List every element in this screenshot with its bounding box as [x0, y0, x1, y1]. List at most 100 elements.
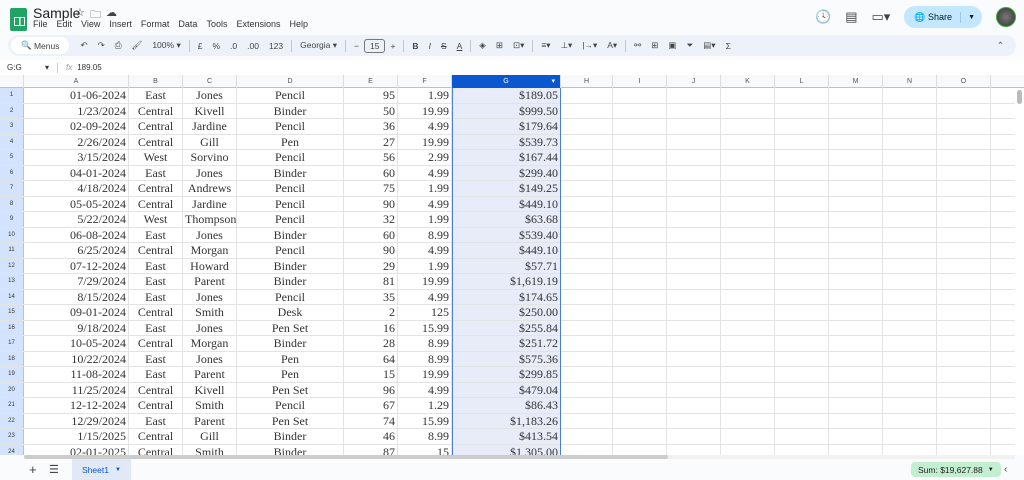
cell-n10[interactable] [883, 227, 937, 242]
cell-d18[interactable]: Pen [237, 351, 344, 366]
cell-j7[interactable] [667, 181, 721, 196]
cell-o18[interactable] [937, 351, 991, 366]
cell-o1[interactable] [937, 88, 991, 103]
cell-j12[interactable] [667, 258, 721, 273]
cell-e23[interactable]: 46 [344, 429, 398, 444]
cell-o2[interactable] [937, 103, 991, 118]
cell-c17[interactable]: Morgan [183, 336, 237, 351]
cell-g14[interactable]: $174.65 [452, 289, 561, 304]
text-wrapping-icon[interactable]: |→▾ [577, 40, 602, 51]
cell-m22[interactable] [829, 413, 883, 428]
cell-n20[interactable] [883, 382, 937, 397]
cell-l13[interactable] [775, 274, 829, 289]
cell-a22[interactable]: 12/29/2024 [24, 413, 129, 428]
link-icon[interactable]: ⚯ [629, 40, 646, 51]
cell-c22[interactable]: Parent [183, 413, 237, 428]
cell-b24[interactable]: Central [129, 444, 183, 455]
cell-i16[interactable] [613, 320, 667, 335]
undo-icon[interactable]: ↶ [75, 40, 92, 51]
cell-h7[interactable] [561, 181, 613, 196]
cell-g10[interactable]: $539.40 [452, 227, 561, 242]
column-header-m[interactable]: M [829, 75, 883, 88]
cell-o7[interactable] [937, 181, 991, 196]
cell-a20[interactable]: 11/25/2024 [24, 382, 129, 397]
cell-m16[interactable] [829, 320, 883, 335]
cell-m4[interactable] [829, 134, 883, 149]
cell-e16[interactable]: 16 [344, 320, 398, 335]
cell-d9[interactable]: Pencil [237, 212, 344, 227]
row-number[interactable]: 6 [0, 165, 24, 180]
row-number[interactable]: 5 [0, 150, 24, 165]
cell-e20[interactable]: 96 [344, 382, 398, 397]
cell-f2[interactable]: 19.99 [398, 103, 452, 118]
cell-c4[interactable]: Gill [183, 134, 237, 149]
cell-j1[interactable] [667, 88, 721, 103]
version-history-icon[interactable]: 🕓 [815, 9, 831, 25]
cell-a19[interactable]: 11-08-2024 [24, 367, 129, 382]
sheets-logo[interactable] [10, 8, 27, 31]
cell-l8[interactable] [775, 196, 829, 211]
cell-h10[interactable] [561, 227, 613, 242]
cell-l20[interactable] [775, 382, 829, 397]
cell-h20[interactable] [561, 382, 613, 397]
cell-f23[interactable]: 8.99 [398, 429, 452, 444]
cell-k23[interactable] [721, 429, 775, 444]
row-number[interactable]: 16 [0, 320, 24, 335]
cell-a16[interactable]: 9/18/2024 [24, 320, 129, 335]
column-header-h[interactable]: H [561, 75, 613, 88]
column-header-d[interactable]: D [237, 75, 344, 88]
formula-input[interactable]: 189.05 [77, 63, 101, 72]
cell-f3[interactable]: 4.99 [398, 119, 452, 134]
cell-c14[interactable]: Jones [183, 289, 237, 304]
row-number[interactable]: 8 [0, 196, 24, 211]
bold-button[interactable]: B [407, 41, 423, 51]
cell-h11[interactable] [561, 243, 613, 258]
cell-m7[interactable] [829, 181, 883, 196]
avatar[interactable] [996, 7, 1016, 27]
cell-j22[interactable] [667, 413, 721, 428]
cell-c10[interactable]: Jones [183, 227, 237, 242]
cell-a21[interactable]: 12-12-2024 [24, 398, 129, 413]
row-number[interactable]: 10 [0, 227, 24, 242]
cell-k20[interactable] [721, 382, 775, 397]
cell-j4[interactable] [667, 134, 721, 149]
cell-c8[interactable]: Jardine [183, 196, 237, 211]
cell-g18[interactable]: $575.36 [452, 351, 561, 366]
select-all-corner[interactable] [0, 75, 24, 88]
cell-b9[interactable]: West [129, 212, 183, 227]
cell-k5[interactable] [721, 150, 775, 165]
menu-help[interactable]: Help [289, 19, 308, 29]
cell-g19[interactable]: $299.85 [452, 367, 561, 382]
name-box[interactable]: G:G [0, 63, 45, 72]
paint-format-icon[interactable]: 🖌 [127, 40, 148, 51]
cell-g6[interactable]: $299.40 [452, 165, 561, 180]
cell-f16[interactable]: 15.99 [398, 320, 452, 335]
cell-l22[interactable] [775, 413, 829, 428]
cell-b11[interactable]: Central [129, 243, 183, 258]
cell-g21[interactable]: $86.43 [452, 398, 561, 413]
cell-k2[interactable] [721, 103, 775, 118]
cell-o5[interactable] [937, 150, 991, 165]
cell-l1[interactable] [775, 88, 829, 103]
cell-e5[interactable]: 56 [344, 150, 398, 165]
vertical-scrollbar[interactable] [1015, 88, 1024, 455]
cell-c9[interactable]: Thompson [183, 212, 237, 227]
cell-i12[interactable] [613, 258, 667, 273]
cell-e9[interactable]: 32 [344, 212, 398, 227]
increase-font-size-button[interactable]: + [385, 41, 400, 51]
cell-m6[interactable] [829, 165, 883, 180]
cell-m14[interactable] [829, 289, 883, 304]
sheet-tab-dropdown-icon[interactable]: ▼ [115, 467, 121, 473]
cell-f10[interactable]: 8.99 [398, 227, 452, 242]
cell-f21[interactable]: 1.29 [398, 398, 452, 413]
cell-i5[interactable] [613, 150, 667, 165]
cell-d13[interactable]: Binder [237, 274, 344, 289]
cell-m11[interactable] [829, 243, 883, 258]
cell-m24[interactable] [829, 444, 883, 455]
cell-b12[interactable]: East [129, 258, 183, 273]
cell-a17[interactable]: 10-05-2024 [24, 336, 129, 351]
cell-j18[interactable] [667, 351, 721, 366]
cell-f9[interactable]: 1.99 [398, 212, 452, 227]
cell-a11[interactable]: 6/25/2024 [24, 243, 129, 258]
cell-e10[interactable]: 60 [344, 227, 398, 242]
